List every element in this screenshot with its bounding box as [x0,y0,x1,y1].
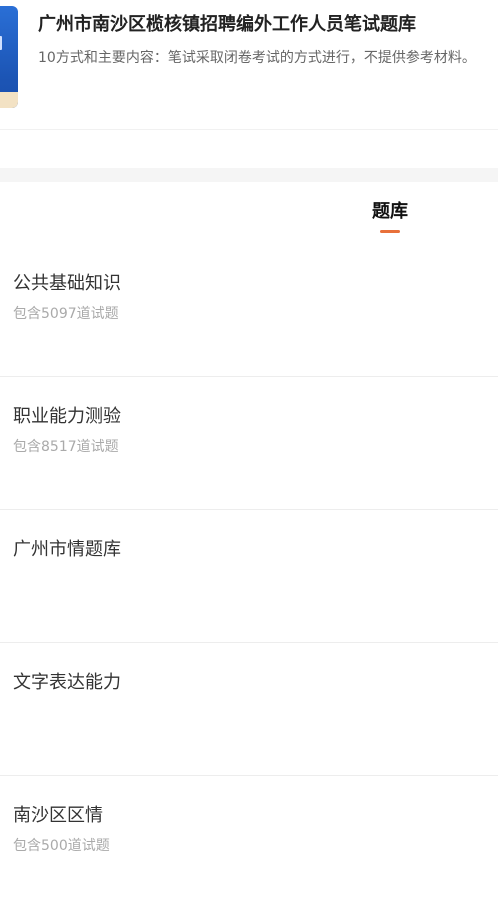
list-item[interactable]: 职业能力测验 包含8517道试题 [0,377,498,510]
header-spacer [0,130,498,168]
tab-bar: 题库 [0,182,498,248]
tab-question-bank[interactable]: 题库 [360,200,420,224]
list-item[interactable]: 公共基础知识 包含5097道试题 [0,244,498,377]
cover-bottom-strip [0,92,18,108]
list-item[interactable]: 南沙区区情 包含500道试题 [0,776,498,909]
question-bank-list: 公共基础知识 包含5097道试题 职业能力测验 包含8517道试题 广州市情题库… [0,244,498,909]
course-title: 广州市南沙区榄核镇招聘编外工作人员笔试题库 [38,14,416,35]
cover-decoration [0,36,2,50]
item-question-count: 包含500道试题 [13,838,110,854]
active-tab-indicator [380,230,400,233]
item-name: 南沙区区情 [13,805,103,826]
section-divider [0,168,498,182]
item-name: 职业能力测验 [13,406,121,427]
course-cover-image[interactable] [0,6,18,108]
list-item[interactable]: 文字表达能力 [0,643,498,776]
item-name: 文字表达能力 [13,672,121,693]
item-question-count: 包含5097道试题 [13,306,119,322]
list-item[interactable]: 广州市情题库 [0,510,498,643]
item-name: 广州市情题库 [13,539,121,560]
item-name: 公共基础知识 [13,273,121,294]
item-question-count: 包含8517道试题 [13,439,119,455]
course-header: 广州市南沙区榄核镇招聘编外工作人员笔试题库 10方式和主要内容：笔试采取闭卷考试… [0,0,498,130]
course-description: 10方式和主要内容：笔试采取闭卷考试的方式进行，不提供参考材料。 [38,50,476,66]
